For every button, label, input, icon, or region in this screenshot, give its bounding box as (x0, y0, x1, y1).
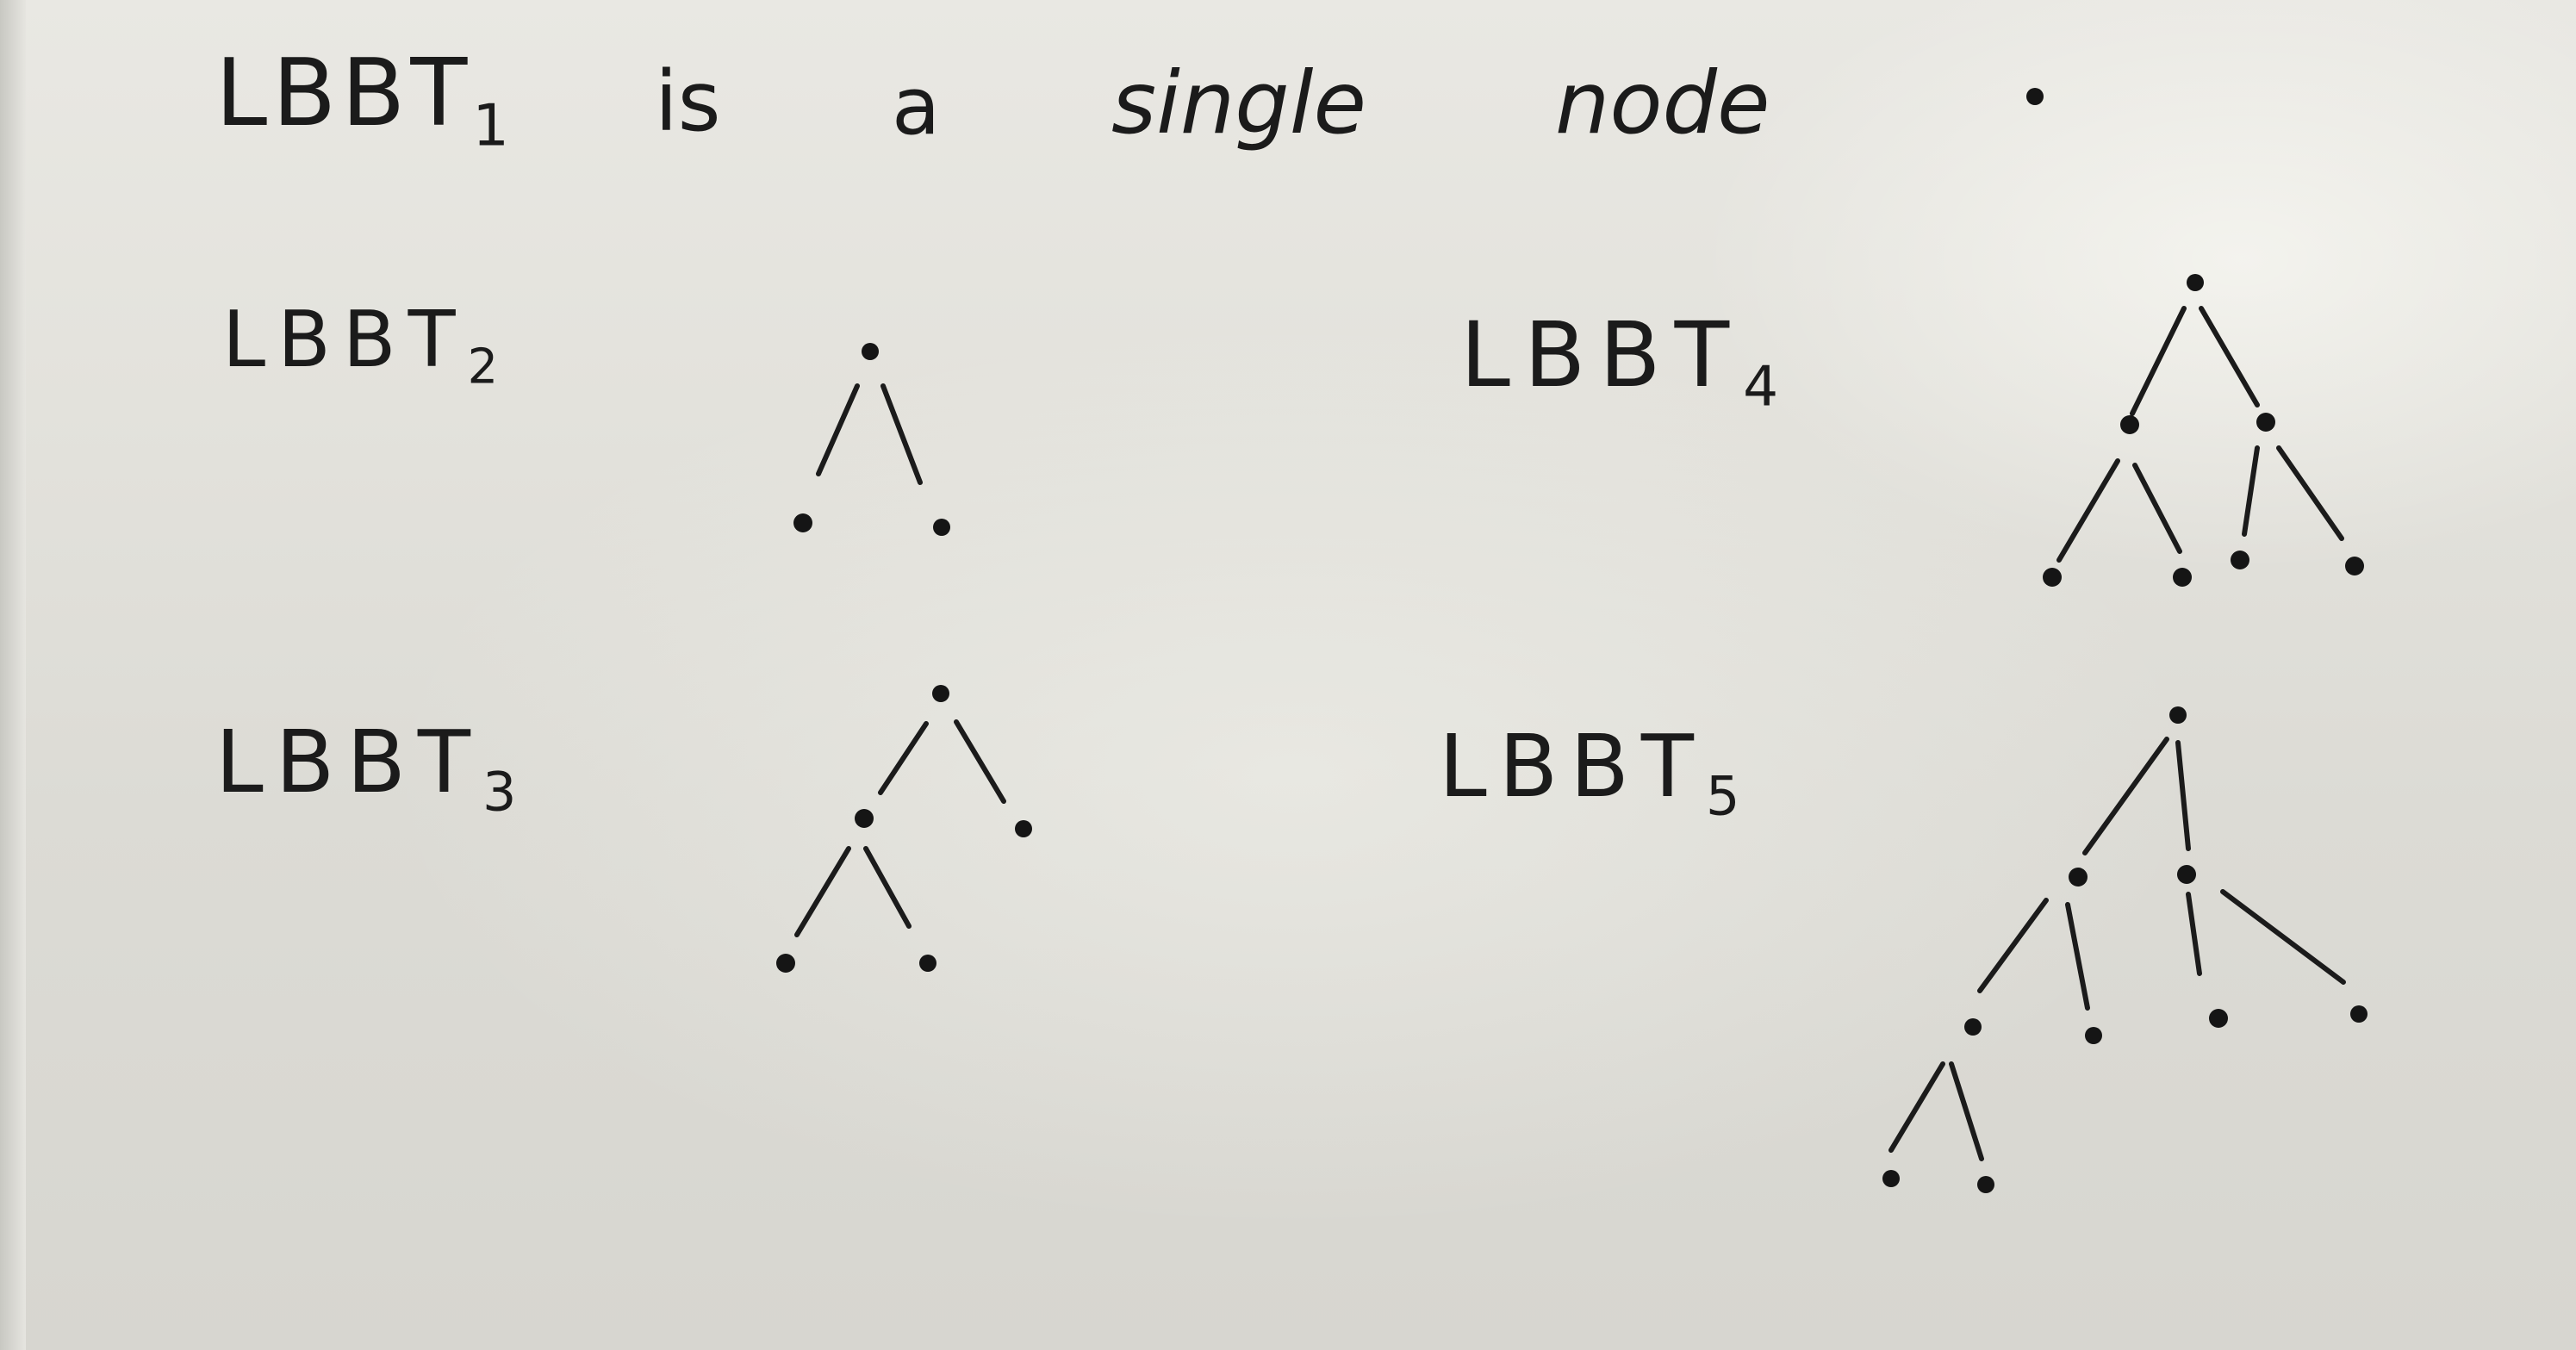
tree-edge (880, 383, 923, 485)
tree-edge (2276, 445, 2344, 541)
tree-node (1964, 1018, 1982, 1036)
tree-edge (2056, 458, 2120, 563)
tree-edge (2132, 463, 2182, 554)
tree-node (2256, 413, 2275, 432)
tree-node (862, 343, 879, 360)
tree-lbbt1 (2026, 88, 2044, 105)
tree-edge (2220, 889, 2346, 985)
tree-edge (1977, 898, 2049, 993)
tree-node (919, 955, 936, 972)
tree-edge (2242, 445, 2260, 537)
tree-lbbt5 (1882, 706, 2368, 1193)
tree-lbbt2 (793, 343, 950, 536)
notebook-page: LBBT1 is a single node LBBT2 LBBT4 LBBT3… (0, 0, 2576, 1350)
tree-node (933, 519, 950, 536)
tree-node (1882, 1170, 1900, 1187)
tree-edge (2130, 306, 2187, 416)
tree-node (2209, 1009, 2228, 1028)
tree-node (2043, 568, 2062, 587)
tree-edge (954, 719, 1006, 804)
tree-node (793, 513, 812, 532)
tree-node (2069, 868, 2088, 887)
tree-edge (1949, 1061, 1984, 1161)
tree-edge (863, 846, 912, 929)
tree-edge (2175, 740, 2191, 851)
tree-node (2026, 88, 2044, 105)
tree-node (2345, 557, 2364, 575)
tree-node (776, 954, 795, 973)
tree-node (1015, 820, 1032, 837)
tree-node (2231, 551, 2249, 569)
tree-drawings (776, 88, 2368, 1193)
tree-edge (2082, 737, 2169, 855)
tree-node (2169, 706, 2187, 724)
tree-edge (794, 846, 851, 937)
tree-node (855, 809, 874, 828)
tree-lbbt3 (776, 685, 1032, 973)
tree-edge (878, 721, 929, 795)
tree-edge (1888, 1061, 1945, 1153)
tree-lbbt4 (2043, 274, 2364, 587)
tree-node (932, 685, 949, 702)
tree-edge (2199, 306, 2260, 407)
tree-node (2350, 1005, 2368, 1023)
tree-node (2173, 568, 2192, 587)
tree-node (2187, 274, 2204, 291)
tree-edge (2065, 902, 2090, 1011)
tree-node (1977, 1176, 1994, 1193)
tree-edge (2186, 892, 2202, 976)
tree-node (2085, 1027, 2102, 1044)
tree-node (2177, 865, 2196, 884)
tree-node (2120, 415, 2139, 434)
tree-edge (816, 383, 860, 476)
